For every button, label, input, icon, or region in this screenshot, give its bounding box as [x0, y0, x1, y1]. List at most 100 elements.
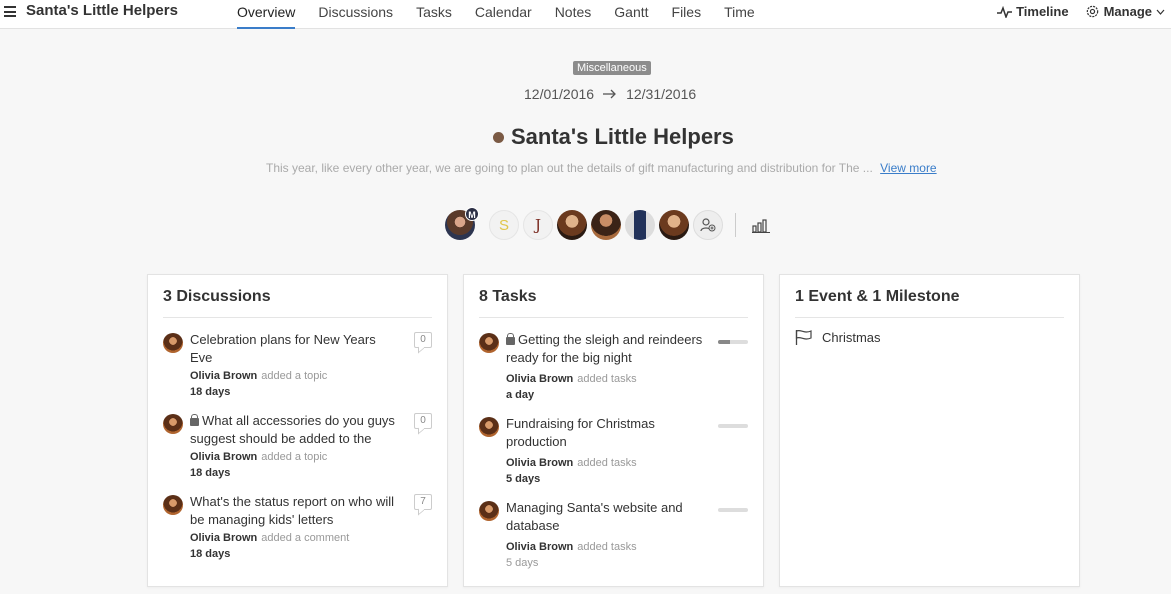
task-title[interactable]: Fundraising for Christmas production: [506, 415, 706, 451]
timeline-button[interactable]: Timeline: [997, 4, 1069, 19]
arrow-right-icon: [603, 89, 616, 99]
author-name: Olivia Brown: [190, 532, 258, 544]
item-age: a day: [506, 389, 535, 401]
task-title[interactable]: Managing Santa's website and database: [506, 499, 706, 535]
item-meta: Olivia Brown added tasks: [506, 457, 637, 469]
item-age: 18 days: [190, 467, 231, 479]
task-progress-bar: [718, 508, 748, 512]
avatar: [479, 501, 499, 521]
lock-icon: [506, 333, 515, 345]
action-text: added tasks: [577, 457, 637, 469]
tab-gantt[interactable]: Gantt: [614, 0, 648, 29]
task-title: Getting the sleigh and reindeers ready f…: [506, 332, 703, 365]
manage-button[interactable]: Manage: [1085, 4, 1165, 19]
tab-time[interactable]: Time: [724, 0, 755, 29]
item-age: 5 days: [506, 557, 539, 569]
tab-notes[interactable]: Notes: [555, 0, 592, 29]
description-text: This year, like every other year, we are…: [266, 161, 873, 175]
timeline-label: Timeline: [1016, 4, 1069, 19]
project-name: Santa's Little Helpers: [511, 124, 734, 149]
user-add-icon: [700, 218, 716, 232]
project-description: This year, like every other year, we are…: [266, 161, 937, 175]
comment-count: 0: [414, 332, 432, 348]
comment-count: 7: [414, 494, 432, 510]
avatar: [479, 333, 499, 353]
avatar[interactable]: [557, 210, 587, 240]
tasks-heading[interactable]: 8 Tasks: [479, 288, 537, 306]
top-bar: Santa's Little Helpers Overview Discussi…: [0, 0, 1171, 29]
project-tabs: Overview Discussions Tasks Calendar Note…: [237, 0, 778, 29]
item-age: 5 days: [506, 473, 541, 485]
milestone-item[interactable]: Christmas: [795, 329, 881, 345]
discussion-title-wrap[interactable]: What all accessories do you guys suggest…: [190, 412, 395, 448]
flag-icon: [795, 329, 812, 345]
avatar[interactable]: J: [523, 210, 553, 240]
item-meta: Olivia Brown added a topic: [190, 370, 327, 382]
divider: [479, 317, 748, 318]
pulse-icon: [997, 5, 1013, 18]
task-progress-bar: [718, 340, 748, 344]
avatar[interactable]: [591, 210, 621, 240]
discussions-card: 3 Discussions Celebration plans for New …: [147, 274, 448, 587]
author-name: Olivia Brown: [506, 457, 574, 469]
action-text: added a comment: [261, 532, 350, 544]
member-list: M S J: [445, 207, 770, 241]
avatar: [163, 495, 183, 515]
discussions-heading[interactable]: 3 Discussions: [163, 288, 271, 306]
gear-icon: [1086, 5, 1098, 18]
avatar[interactable]: M: [445, 207, 479, 240]
item-age: 18 days: [190, 548, 231, 560]
item-meta: Olivia Brown added tasks: [506, 541, 637, 553]
start-date: 12/01/2016: [524, 86, 595, 102]
discussion-title: What all accessories do you guys suggest…: [190, 413, 395, 446]
project-switcher-title[interactable]: Santa's Little Helpers: [26, 2, 178, 19]
task-progress-bar: [718, 424, 748, 428]
author-name: Olivia Brown: [190, 451, 258, 463]
action-text: added a topic: [261, 451, 328, 463]
discussion-title[interactable]: What's the status report on who will be …: [190, 493, 395, 529]
divider: [735, 213, 736, 237]
chevron-down-icon: [1156, 9, 1165, 15]
tab-tasks[interactable]: Tasks: [416, 0, 452, 29]
manage-label: Manage: [1103, 4, 1152, 19]
project-date-range: 12/01/2016 12/31/2016: [524, 86, 696, 102]
author-name: Olivia Brown: [506, 541, 574, 553]
author-name: Olivia Brown: [190, 370, 258, 382]
task-title-wrap[interactable]: Getting the sleigh and reindeers ready f…: [506, 331, 706, 367]
tab-calendar[interactable]: Calendar: [475, 0, 532, 29]
tab-files[interactable]: Files: [672, 0, 702, 29]
item-meta: Olivia Brown added a comment: [190, 532, 349, 544]
category-badge: Miscellaneous: [573, 61, 651, 75]
hamburger-menu-icon[interactable]: [4, 6, 16, 17]
avatar: [163, 333, 183, 353]
task-progress-fill: [718, 340, 730, 344]
avatar[interactable]: [625, 210, 655, 240]
end-date: 12/31/2016: [626, 86, 697, 102]
action-text: added a topic: [261, 370, 328, 382]
view-more-link[interactable]: View more: [880, 161, 936, 175]
avatar: [479, 417, 499, 437]
tab-overview[interactable]: Overview: [237, 0, 296, 29]
events-card: 1 Event & 1 Milestone Christmas: [779, 274, 1080, 587]
milestone-title: Christmas: [822, 329, 881, 345]
action-text: added tasks: [577, 541, 637, 553]
project-title: Santa's Little Helpers: [493, 124, 734, 150]
author-name: Olivia Brown: [506, 373, 574, 385]
avatar[interactable]: [659, 210, 689, 240]
events-heading[interactable]: 1 Event & 1 Milestone: [795, 288, 960, 306]
manager-badge: M: [465, 207, 479, 221]
avatar: [163, 414, 183, 434]
item-meta: Olivia Brown added tasks: [506, 373, 637, 385]
project-color-dot: [493, 131, 504, 143]
discussion-title[interactable]: Celebration plans for New Years Eve: [190, 331, 395, 367]
comment-count: 0: [414, 413, 432, 429]
action-text: added tasks: [577, 373, 637, 385]
item-meta: Olivia Brown added a topic: [190, 451, 327, 463]
divider: [795, 317, 1064, 318]
add-member-button[interactable]: [693, 210, 723, 240]
avatar[interactable]: S: [489, 210, 519, 240]
bar-chart-icon[interactable]: [752, 217, 770, 233]
tasks-card: 8 Tasks Getting the sleigh and reindeers…: [463, 274, 764, 587]
tab-discussions[interactable]: Discussions: [318, 0, 393, 29]
header-actions: Timeline Manage: [997, 4, 1165, 19]
